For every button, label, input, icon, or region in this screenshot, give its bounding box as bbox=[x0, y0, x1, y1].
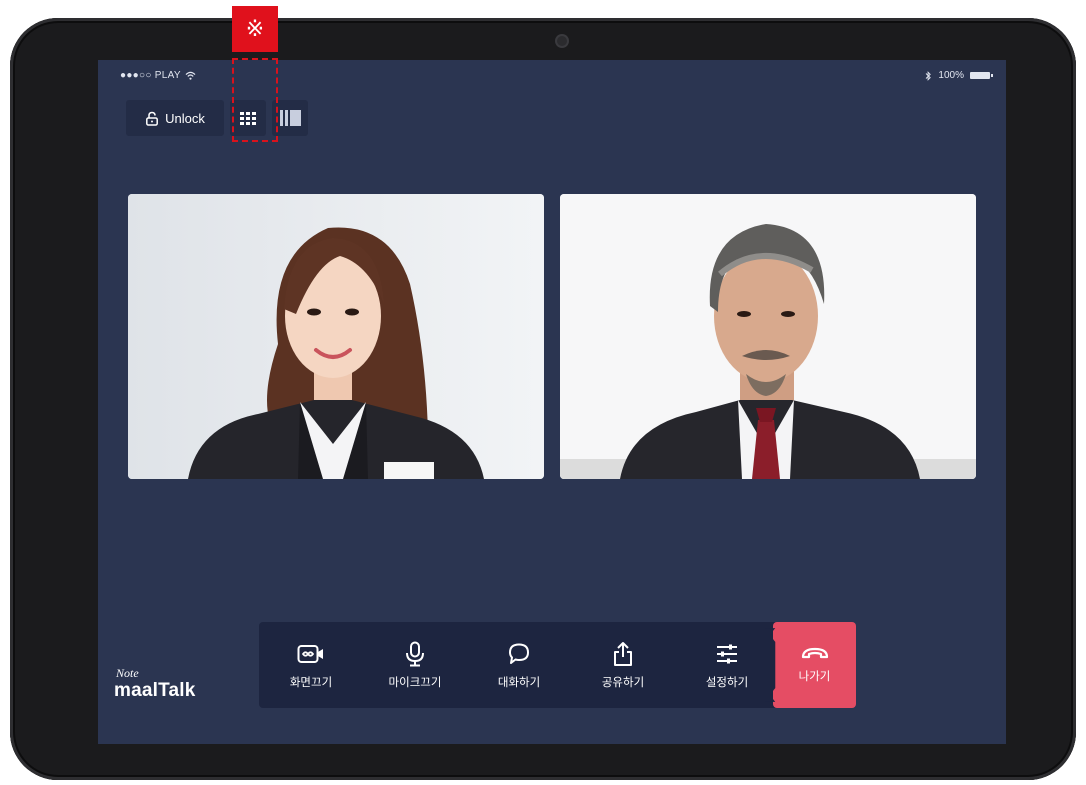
share-label: 공유하기 bbox=[601, 677, 645, 689]
video-camera-icon bbox=[297, 640, 325, 668]
share-button[interactable]: 공유하기 bbox=[571, 622, 675, 708]
app-screen: ●●●○○ PLAY 100% Unlock Note maalTalk 화면끄… bbox=[98, 60, 1006, 744]
participant-image-woman bbox=[128, 194, 544, 479]
share-icon bbox=[609, 640, 637, 668]
leave-call-label: 나가기 bbox=[798, 671, 831, 683]
annotation-highlight-box bbox=[232, 58, 278, 142]
system-status: 100% bbox=[925, 70, 993, 81]
call-control-bar: 화면끄기 마이크끄기 대화하기 공유하기 설정하기 bbox=[259, 622, 779, 708]
front-camera bbox=[557, 36, 567, 46]
battery-percent: 100% bbox=[938, 70, 964, 81]
chat-bubble-icon bbox=[505, 640, 533, 668]
unlock-button[interactable]: Unlock bbox=[126, 100, 224, 136]
leave-call-button[interactable]: 나가기 bbox=[773, 622, 856, 708]
participant-video-man[interactable] bbox=[560, 194, 976, 479]
participant-video-woman[interactable] bbox=[128, 194, 544, 479]
camera-off-button[interactable]: 화면끄기 bbox=[259, 622, 363, 708]
carrier-status: ●●●○○ PLAY bbox=[120, 70, 196, 81]
chat-button[interactable]: 대화하기 bbox=[467, 622, 571, 708]
participant-image-man bbox=[560, 194, 976, 479]
battery-icon bbox=[970, 72, 993, 79]
mic-off-label: 마이크끄기 bbox=[388, 677, 442, 689]
logo-note-text: Note bbox=[116, 666, 139, 680]
top-toolbar: Unlock bbox=[126, 100, 308, 136]
carrier-label: ●●●○○ PLAY bbox=[120, 70, 181, 81]
unlock-icon bbox=[146, 111, 159, 126]
bluetooth-icon bbox=[926, 70, 932, 81]
settings-sliders-icon bbox=[713, 640, 741, 668]
chat-label: 대화하기 bbox=[497, 677, 541, 689]
microphone-icon bbox=[401, 640, 429, 668]
settings-button[interactable]: 설정하기 bbox=[675, 622, 779, 708]
camera-off-label: 화면끄기 bbox=[289, 677, 333, 689]
logo-brand-text: maalTalk bbox=[114, 680, 196, 701]
hang-up-icon bbox=[801, 647, 828, 659]
unlock-label: Unlock bbox=[165, 110, 205, 126]
control-bar-notch bbox=[765, 628, 776, 702]
app-logo: Note maalTalk bbox=[114, 666, 196, 702]
settings-label: 설정하기 bbox=[705, 677, 749, 689]
mic-off-button[interactable]: 마이크끄기 bbox=[363, 622, 467, 708]
wifi-icon bbox=[185, 71, 196, 80]
strip-view-icon bbox=[279, 110, 301, 126]
annotation-mark: ※ bbox=[232, 6, 278, 52]
